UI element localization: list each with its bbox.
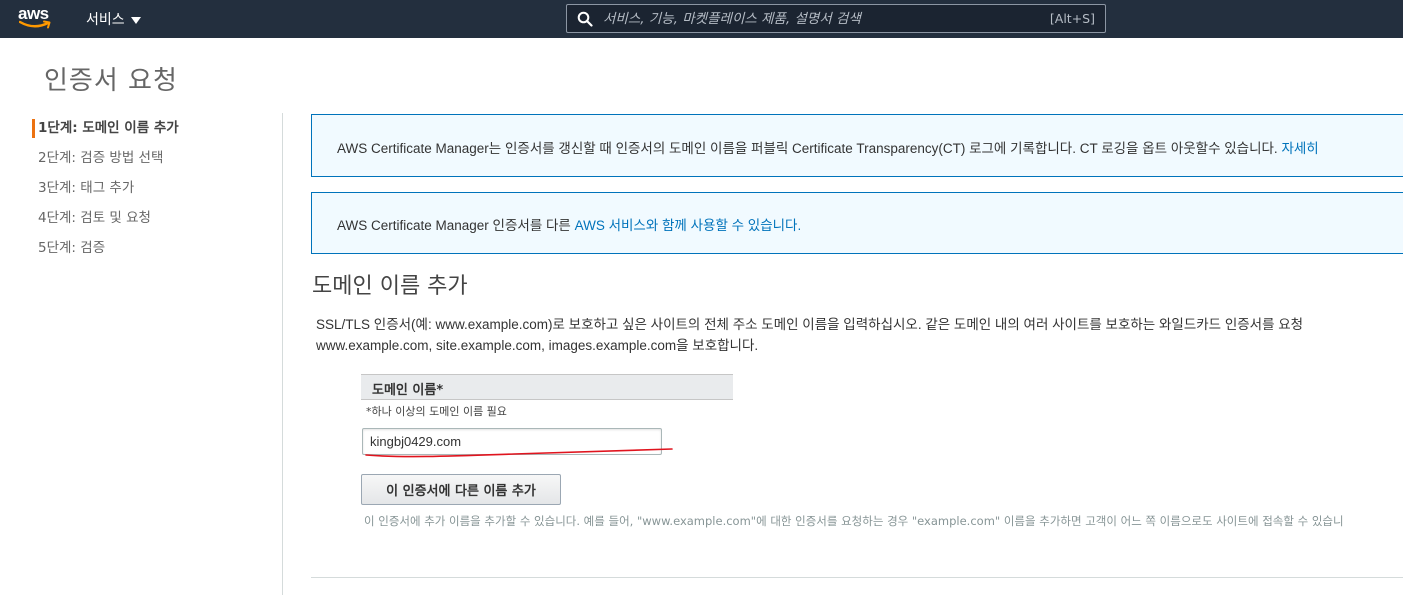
aws-logo[interactable]: aws xyxy=(18,4,58,34)
red-underline-annotation xyxy=(365,448,673,458)
step-add-tags[interactable]: 3단계: 태그 추가 xyxy=(32,176,179,206)
ct-logging-info-box: AWS Certificate Manager는 인증서를 갱신할 때 인증서의… xyxy=(311,114,1403,177)
caret-down-icon xyxy=(130,16,141,24)
add-another-name-button[interactable]: 이 인증서에 다른 이름 추가 xyxy=(361,474,561,505)
services-info-prefix: AWS Certificate Manager 인증서를 다른 xyxy=(337,218,575,233)
description-line-2: www.example.com, site.example.com, image… xyxy=(316,338,759,353)
services-info-box: AWS Certificate Manager 인증서를 다른 AWS 서비스와… xyxy=(311,192,1403,254)
aws-smile-icon xyxy=(19,20,51,29)
add-name-hint: 이 인증서에 추가 이름을 추가할 수 있습니다. 예를 들어, "www.ex… xyxy=(364,514,1344,528)
domain-required-note: *하나 이상의 도메인 이름 필요 xyxy=(366,405,507,418)
services-menu[interactable]: 서비스 xyxy=(86,9,141,29)
step-review-request[interactable]: 4단계: 검토 및 요청 xyxy=(32,206,179,236)
step-add-domain-names[interactable]: 1단계: 도메인 이름 추가 xyxy=(32,116,179,146)
domain-name-header-label: 도메인 이름* xyxy=(372,383,444,398)
search-shortcut-hint: [Alt+S] xyxy=(1049,11,1095,26)
section-description: SSL/TLS 인증서(예: www.example.com)로 보호하고 싶은… xyxy=(316,314,1303,356)
step-validation[interactable]: 5단계: 검증 xyxy=(32,236,179,266)
services-info-text: AWS Certificate Manager 인증서를 다른 AWS 서비스와… xyxy=(337,214,801,234)
top-nav: aws 서비스 [Alt+S] xyxy=(0,0,1403,38)
wizard-steps: 1단계: 도메인 이름 추가 2단계: 검증 방법 선택 3단계: 태그 추가 … xyxy=(32,116,179,266)
sidebar-divider xyxy=(282,113,283,595)
search-icon xyxy=(577,11,593,27)
ct-logging-text: AWS Certificate Manager는 인증서를 갱신할 때 인증서의… xyxy=(337,141,1282,156)
ct-logging-info-text: AWS Certificate Manager는 인증서를 갱신할 때 인증서의… xyxy=(337,137,1319,157)
step-select-validation[interactable]: 2단계: 검증 방법 선택 xyxy=(32,146,179,176)
section-bottom-divider xyxy=(311,577,1403,578)
aws-services-link[interactable]: AWS 서비스와 함께 사용할 수 있습니다. xyxy=(575,218,802,233)
section-title: 도메인 이름 추가 xyxy=(312,274,468,299)
search-box[interactable]: [Alt+S] xyxy=(566,4,1106,33)
description-line-1: SSL/TLS 인증서(예: www.example.com)로 보호하고 싶은… xyxy=(316,317,1304,332)
services-label: 서비스 xyxy=(86,12,125,28)
page-title: 인증서 요청 xyxy=(44,66,178,96)
learn-more-link[interactable]: 자세히 xyxy=(1281,141,1318,156)
search-input[interactable] xyxy=(603,9,1023,29)
domain-name-column-header: 도메인 이름* xyxy=(361,374,733,400)
